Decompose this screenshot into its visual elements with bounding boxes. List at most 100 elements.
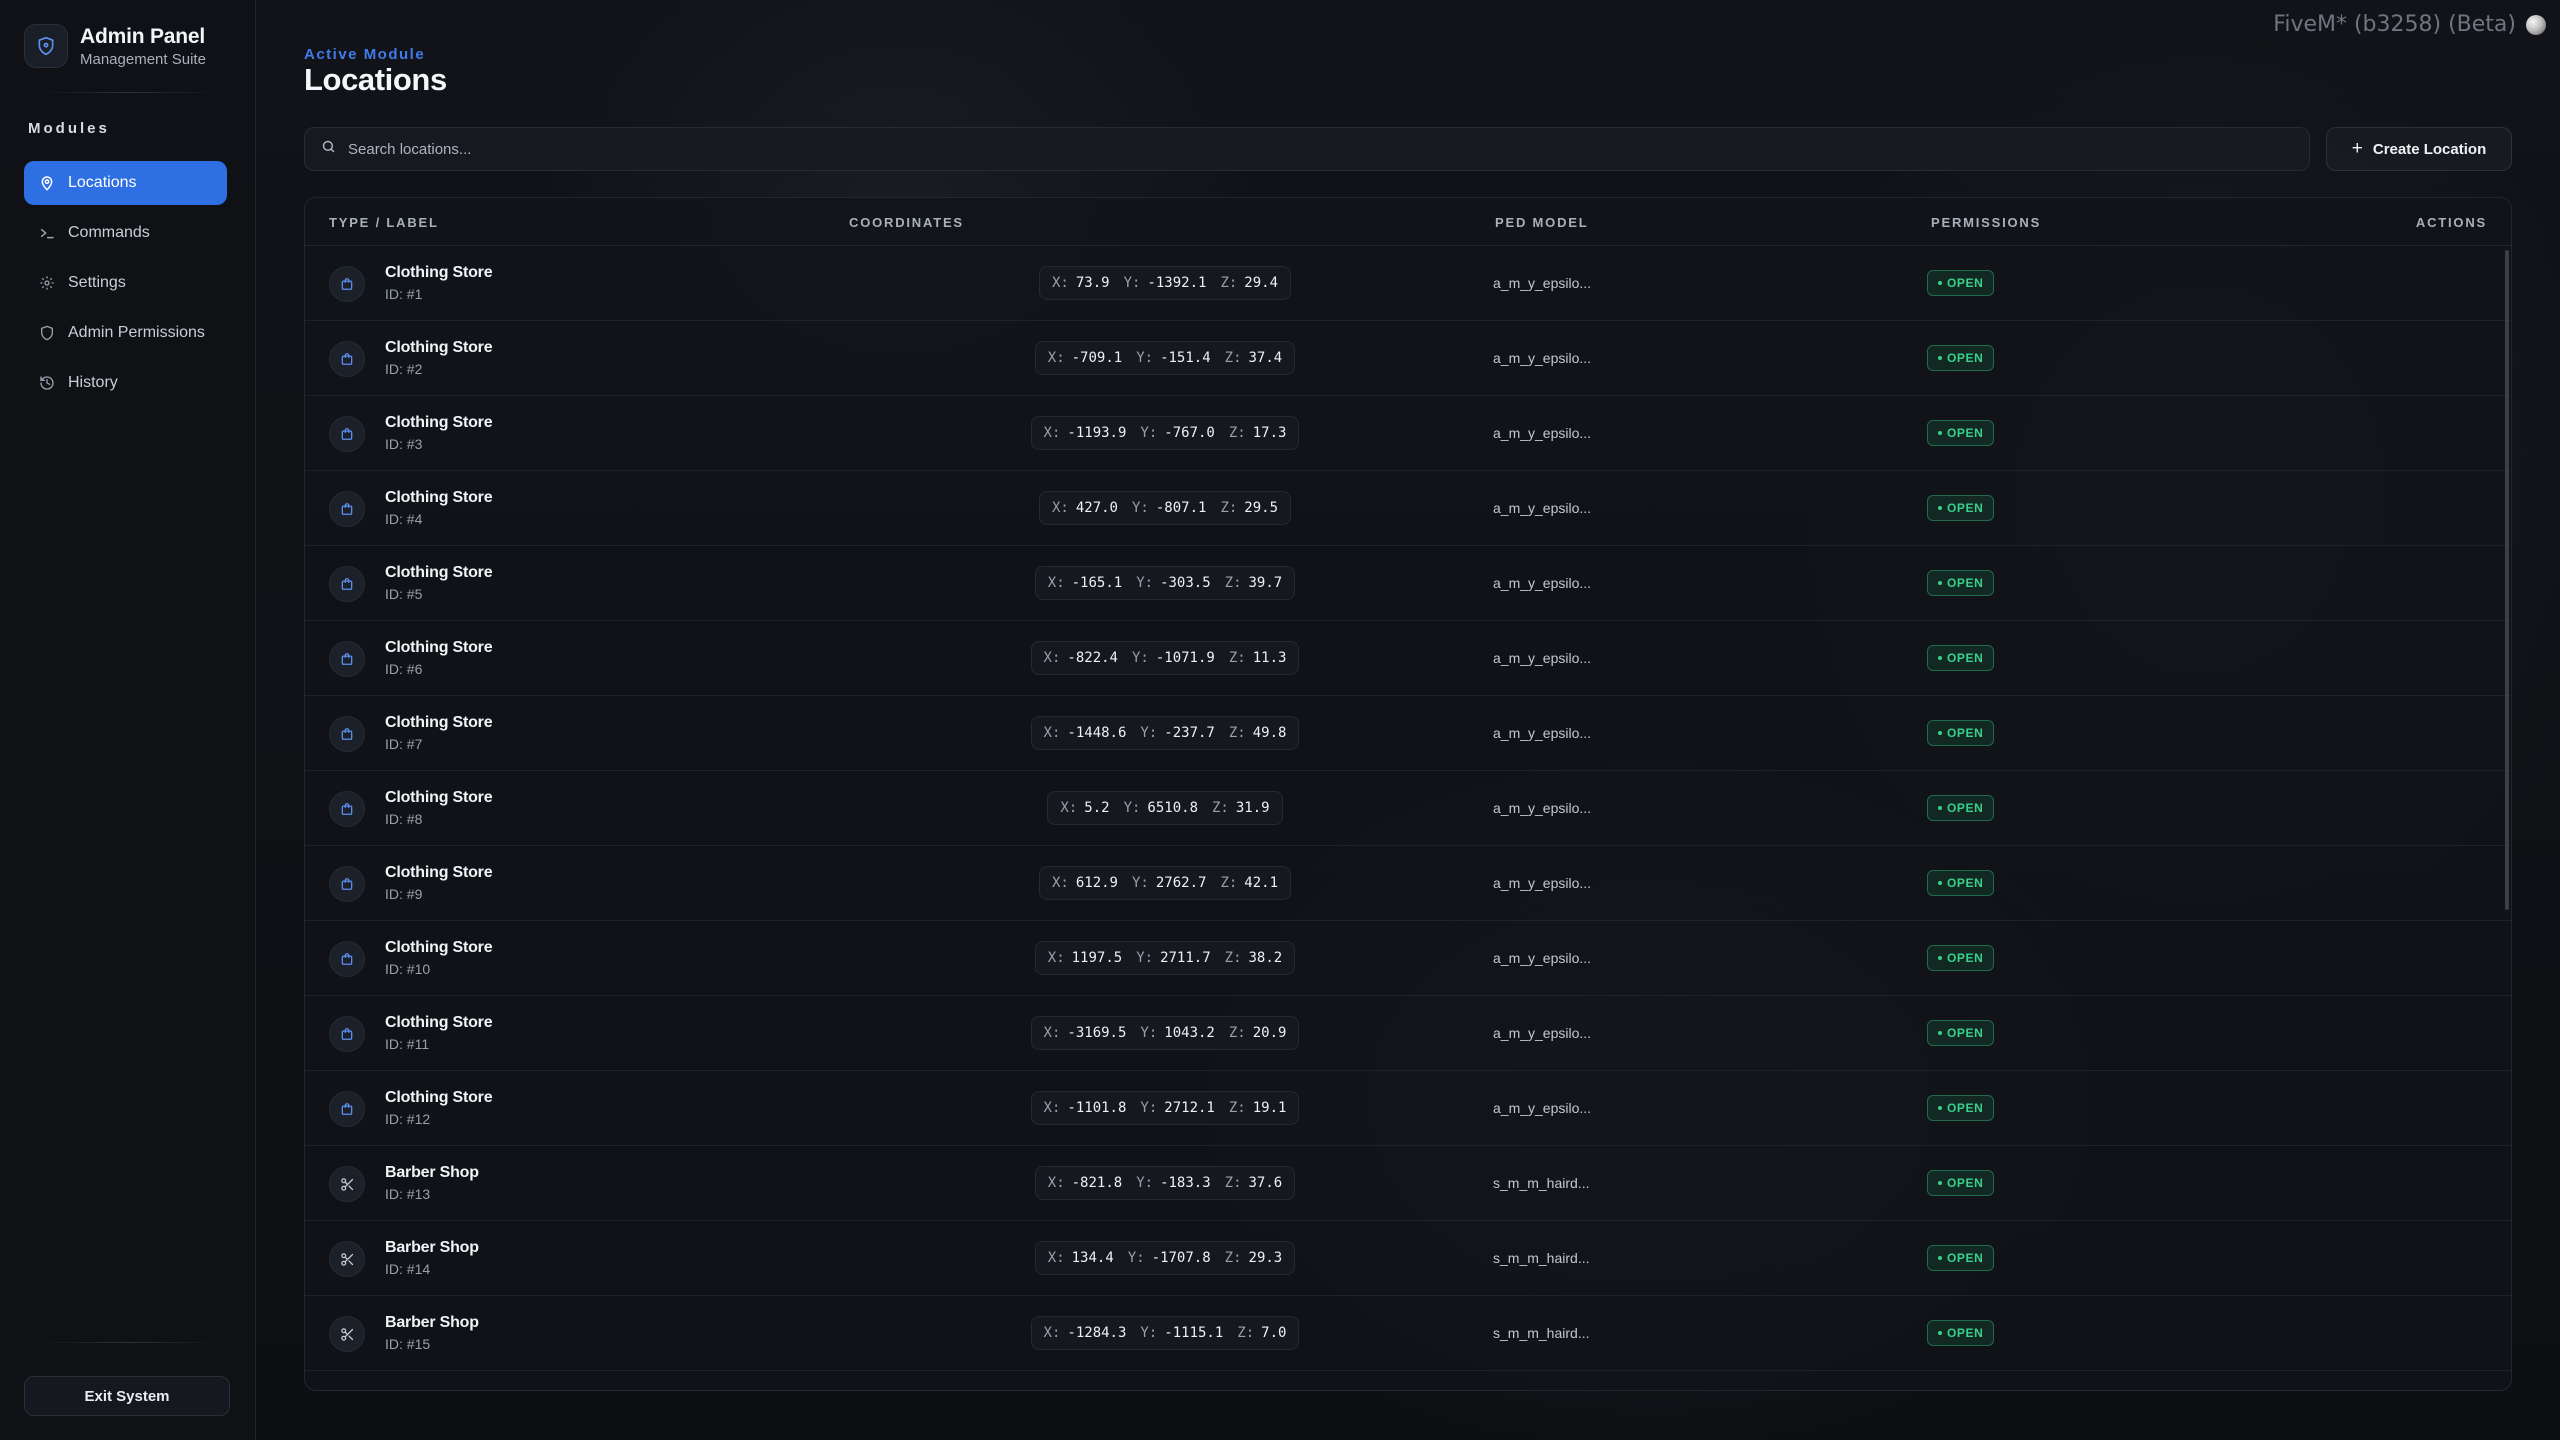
table-row[interactable]: Clothing Store ID: #11 X: -3169.5 Y: 1043.2 Z:…: [305, 996, 2511, 1071]
location-label: Clothing Store: [385, 339, 493, 356]
coord-z-label: Z:: [1220, 275, 1238, 291]
coord-y-value: -1392.1: [1147, 275, 1207, 291]
coordinates-chip[interactable]: X: -822.4 Y: -1071.9 Z: 11.3: [1030, 641, 1300, 675]
table-row[interactable]: Clothing Store ID: #12 X: -1101.8 Y: 2712.1 Z:…: [305, 1071, 2511, 1146]
coordinates-cell: X: 427.0 Y: -807.1 Z: 29.5: [1020, 491, 1310, 525]
coord-y-value: 6510.8: [1147, 800, 1198, 816]
table-row[interactable]: Clothing Store ID: #3 X: -1193.9 Y: -767.0 Z: 1…: [305, 396, 2511, 471]
gear-icon: [38, 274, 56, 292]
table-row[interactable]: Clothing Store ID: #7 X: -1448.6 Y: -237.7 Z: 4…: [305, 696, 2511, 771]
coordinates-chip[interactable]: X: 427.0 Y: -807.1 Z: 29.5: [1038, 491, 1292, 525]
coord-y-value: 2712.1: [1164, 1100, 1215, 1116]
permission-label: OPEN: [1947, 726, 1984, 740]
coord-y-value: -183.3: [1160, 1175, 1211, 1191]
table-row[interactable]: Clothing Store ID: #6 X: -822.4 Y: -1071.9 Z: 1…: [305, 621, 2511, 696]
coord-z-value: 20.9: [1252, 1025, 1287, 1041]
coord-y-label: Y:: [1136, 950, 1154, 966]
coordinates-cell: X: -1101.8 Y: 2712.1 Z: 19.1: [1020, 1091, 1310, 1125]
coordinates-chip[interactable]: X: -1193.9 Y: -767.0 Z: 17.3: [1030, 416, 1300, 450]
terminal-icon: [38, 224, 56, 242]
table-row[interactable]: Clothing Store ID: #10 X: 1197.5 Y: 2711.7 Z: 3…: [305, 921, 2511, 996]
coord-y-value: -303.5: [1160, 575, 1211, 591]
table-row[interactable]: Clothing Store ID: #4 X: 427.0 Y: -807.1 Z: 29.…: [305, 471, 2511, 546]
location-id: ID: #14: [385, 1261, 431, 1277]
coord-x-label: X:: [1051, 875, 1069, 891]
sidebar-item-admin-permissions[interactable]: Admin Permissions: [24, 311, 227, 355]
sidebar-item-locations[interactable]: Locations: [24, 161, 227, 205]
coordinates-chip[interactable]: X: -3169.5 Y: 1043.2 Z: 20.9: [1030, 1016, 1300, 1050]
coord-y-value: -1071.9: [1155, 650, 1215, 666]
coordinates-chip[interactable]: X: -821.8 Y: -183.3 Z: 37.6: [1034, 1166, 1296, 1200]
active-module-label: Active Module: [304, 46, 426, 63]
coord-z-label: Z:: [1228, 1025, 1246, 1041]
scissors-icon: [329, 1241, 365, 1277]
coord-z-value: 49.8: [1252, 725, 1287, 741]
coord-y-label: Y:: [1136, 1175, 1154, 1191]
location-label: Clothing Store: [385, 489, 493, 506]
coord-y-label: Y:: [1140, 425, 1158, 441]
coord-y-label: Y:: [1127, 1250, 1145, 1266]
coord-y-label: Y:: [1136, 575, 1154, 591]
table-row[interactable]: Clothing Store ID: #9 X: 612.9 Y: 2762.7 Z: 42.…: [305, 846, 2511, 921]
coordinates-cell: X: -165.1 Y: -303.5 Z: 39.7: [1020, 566, 1310, 600]
location-label: Clothing Store: [385, 564, 493, 581]
coord-y-label: Y:: [1140, 725, 1158, 741]
divider: [40, 1342, 220, 1343]
coordinates-chip[interactable]: X: -165.1 Y: -303.5 Z: 39.7: [1034, 566, 1296, 600]
coordinates-cell: X: 1197.5 Y: 2711.7 Z: 38.2: [1020, 941, 1310, 975]
coord-y-label: Y:: [1136, 350, 1154, 366]
status-dot-icon: [1938, 431, 1942, 435]
coordinates-cell: X: -709.1 Y: -151.4 Z: 37.4: [1020, 341, 1310, 375]
table-row[interactable]: Clothing Store ID: #5 X: -165.1 Y: -303.5 Z: 39…: [305, 546, 2511, 621]
sidebar-item-settings[interactable]: Settings: [24, 261, 227, 305]
shopping-bag-icon: [329, 716, 365, 752]
coord-y-value: -767.0: [1164, 425, 1215, 441]
coordinates-chip[interactable]: X: 134.4 Y: -1707.8 Z: 29.3: [1034, 1241, 1296, 1275]
column-header-ped-model: PED MODEL: [1495, 215, 1589, 230]
sidebar-item-label: History: [68, 374, 118, 391]
status-dot-icon: [1938, 1256, 1942, 1260]
coordinates-chip[interactable]: X: 1197.5 Y: 2711.7 Z: 38.2: [1034, 941, 1296, 975]
search-input[interactable]: [348, 140, 2248, 158]
location-label: Clothing Store: [385, 1014, 493, 1031]
location-label: Clothing Store: [385, 414, 493, 431]
coord-y-value: -237.7: [1164, 725, 1215, 741]
coord-y-label: Y:: [1140, 1025, 1158, 1041]
coord-x-value: 612.9: [1075, 875, 1118, 891]
coordinates-chip[interactable]: X: -1101.8 Y: 2712.1 Z: 19.1: [1030, 1091, 1300, 1125]
scissors-icon: [329, 1316, 365, 1352]
coordinates-chip[interactable]: X: 73.9 Y: -1392.1 Z: 29.4: [1038, 266, 1292, 300]
ped-model: a_m_y_epsilo...: [1493, 500, 1592, 516]
table-row[interactable]: Barber Shop ID: #14 X: 134.4 Y: -1707.8 Z: 29.3…: [305, 1221, 2511, 1296]
coord-x-label: X:: [1043, 425, 1061, 441]
table-row[interactable]: Clothing Store ID: #1 X: 73.9 Y: -1392.1 Z: 29.…: [305, 246, 2511, 321]
exit-system-button[interactable]: Exit System: [24, 1376, 230, 1416]
ped-model: a_m_y_epsilo...: [1493, 875, 1592, 891]
location-id: ID: #11: [385, 1036, 430, 1052]
permission-badge: OPEN: [1927, 795, 1995, 821]
shopping-bag-icon: [329, 791, 365, 827]
table-row[interactable]: Clothing Store ID: #8 X: 5.2 Y: 6510.8 Z: 31.9 a…: [305, 771, 2511, 846]
coord-z-value: 19.1: [1252, 1100, 1287, 1116]
coord-x-value: -1101.8: [1067, 1100, 1127, 1116]
sidebar-item-history[interactable]: History: [24, 361, 227, 405]
coordinates-chip[interactable]: X: -1284.3 Y: -1115.1 Z: 7.0: [1030, 1316, 1300, 1350]
table-row[interactable]: Barber Shop ID: #15 X: -1284.3 Y: -1115.1 Z: 7.…: [305, 1296, 2511, 1371]
coordinates-cell: X: 612.9 Y: 2762.7 Z: 42.1: [1020, 866, 1310, 900]
location-id: ID: #8: [385, 811, 423, 827]
status-dot-icon: [1938, 956, 1942, 960]
ped-model: a_m_y_epsilo...: [1493, 350, 1592, 366]
scrollbar[interactable]: [2505, 250, 2509, 910]
coord-y-value: -1707.8: [1151, 1250, 1211, 1266]
sidebar-item-commands[interactable]: Commands: [24, 211, 227, 255]
coordinates-chip[interactable]: X: 5.2 Y: 6510.8 Z: 31.9: [1047, 791, 1283, 825]
table-row[interactable]: Clothing Store ID: #2 X: -709.1 Y: -151.4 Z: 37…: [305, 321, 2511, 396]
coordinates-chip[interactable]: X: -709.1 Y: -151.4 Z: 37.4: [1034, 341, 1296, 375]
coordinates-cell: X: -822.4 Y: -1071.9 Z: 11.3: [1020, 641, 1310, 675]
shopping-bag-icon: [329, 491, 365, 527]
coordinates-chip[interactable]: X: 612.9 Y: 2762.7 Z: 42.1: [1038, 866, 1292, 900]
table-row[interactable]: Barber Shop ID: #13 X: -821.8 Y: -183.3 Z: 37.6…: [305, 1146, 2511, 1221]
permission-label: OPEN: [1947, 576, 1984, 590]
create-location-button[interactable]: + Create Location: [2326, 127, 2512, 171]
coordinates-chip[interactable]: X: -1448.6 Y: -237.7 Z: 49.8: [1030, 716, 1300, 750]
